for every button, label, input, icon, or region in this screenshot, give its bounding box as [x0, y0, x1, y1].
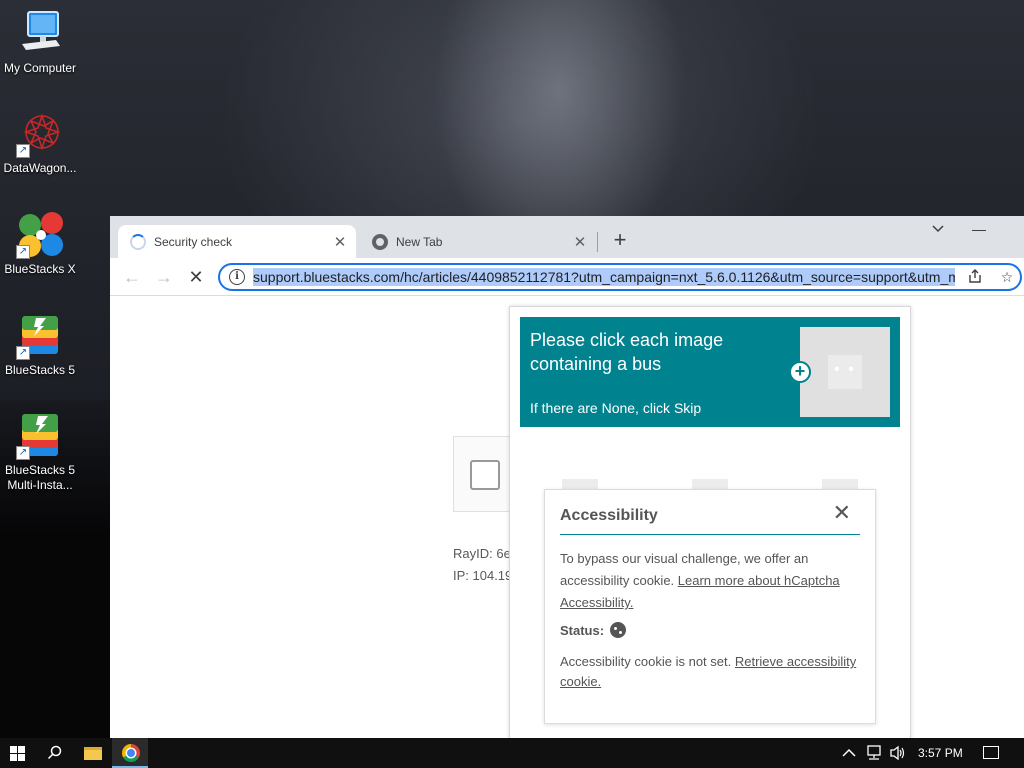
start-button[interactable]: [0, 738, 36, 768]
notification-icon[interactable]: [983, 746, 999, 759]
close-icon[interactable]: ✕: [328, 233, 352, 251]
bluestacks-x-icon: ↗: [16, 211, 64, 259]
desktop-icon-bluestacks-x[interactable]: ↗ BlueStacks X: [0, 211, 80, 277]
desktop-icon-label: DataWagon...: [3, 161, 77, 175]
bluestacks-5-icon: ↗: [16, 312, 64, 360]
page-content: RayID: 6e IP: 104.19 Please click each i…: [110, 297, 1024, 738]
close-icon[interactable]: ✕: [568, 233, 592, 251]
desktop-icon-my-computer[interactable]: My Computer: [0, 10, 80, 76]
file-explorer-button[interactable]: [74, 738, 110, 768]
tab-title: Security check: [154, 234, 233, 249]
loading-spinner-icon: [130, 233, 146, 250]
back-arrow-icon[interactable]: ←: [120, 265, 144, 289]
challenge-subtext: If there are None, click Skip: [530, 400, 702, 416]
close-icon[interactable]: ✕: [833, 500, 851, 526]
forward-arrow-icon[interactable]: →: [152, 265, 176, 289]
taskbar: 3:57 PM: [0, 738, 1024, 768]
address-bar[interactable]: i support.bluestacks.com/hc/articles/440…: [218, 263, 1022, 291]
tab-separator: [597, 232, 598, 252]
status-label: Status:: [560, 622, 605, 638]
bluestacks-multi-instance-icon: ↗: [16, 412, 64, 460]
windows-logo-icon: [10, 746, 26, 762]
shortcut-arrow-icon: ↗: [16, 144, 30, 158]
chevron-up-icon[interactable]: [842, 738, 856, 768]
tab-search-chevron-down-icon[interactable]: [926, 222, 950, 242]
cookie-icon: [610, 622, 627, 638]
example-image[interactable]: • •: [800, 327, 890, 417]
volume-icon[interactable]: [889, 738, 907, 768]
accessibility-popup: Accessibility ✕ To bypass our visual cha…: [544, 489, 876, 724]
clock[interactable]: 3:57 PM: [918, 738, 963, 768]
cookie-status-message: Accessibility cookie is not set. Retriev…: [560, 652, 860, 692]
folder-icon: [84, 747, 102, 760]
desktop-icon-bluestacks-5[interactable]: ↗ BlueStacks 5: [0, 312, 80, 378]
chrome-icon: [122, 744, 140, 762]
expand-plus-icon[interactable]: +: [789, 361, 811, 383]
tab-security-check[interactable]: Security check ✕: [118, 225, 356, 258]
new-tab-button[interactable]: +: [608, 228, 632, 252]
chrome-taskbar-button[interactable]: [112, 738, 148, 768]
tab-title: New Tab: [396, 234, 443, 249]
tab-strip: Security check ✕ New Tab ✕ +: [110, 216, 1024, 258]
human-verification-checkbox[interactable]: [470, 460, 500, 490]
accessibility-description: To bypass our visual challenge, we offer…: [560, 548, 860, 614]
minimize-button[interactable]: [972, 230, 986, 231]
desktop-icon-label: BlueStacks 5 Multi-Insta...: [4, 463, 76, 492]
accessibility-title: Accessibility: [560, 507, 860, 535]
tab-new-tab[interactable]: New Tab ✕: [360, 225, 596, 258]
desktop-icon-bluestacks-multi-instance[interactable]: ↗ BlueStacks 5 Multi-Insta...: [0, 412, 80, 493]
chrome-icon: [372, 233, 388, 250]
desktop-icon-label: My Computer: [3, 61, 77, 75]
search-icon[interactable]: [37, 738, 73, 768]
challenge-header: Please click each image containing a bus…: [520, 317, 900, 427]
network-icon[interactable]: [865, 738, 883, 768]
desktop-icon-label: BlueStacks X: [4, 262, 76, 276]
loading-dots-icon: • •: [828, 355, 862, 389]
desktop-icon-datawagon[interactable]: ↗ DataWagon...: [0, 110, 80, 176]
browser-window: Security check ✕ New Tab ✕ + ← → ✕ i sup…: [110, 216, 1024, 738]
verification-widget: [453, 436, 513, 512]
challenge-prompt: Please click each image containing a bus: [530, 330, 724, 374]
shortcut-arrow-icon: ↗: [16, 446, 30, 460]
stop-loading-icon[interactable]: ✕: [184, 265, 208, 289]
shortcut-arrow-icon: ↗: [16, 346, 30, 360]
browser-toolbar: ← → ✕ i support.bluestacks.com/hc/articl…: [110, 258, 1024, 296]
bookmark-star-icon[interactable]: ☆: [995, 269, 1019, 286]
ray-id-text: RayID: 6e: [453, 546, 511, 561]
ip-text: IP: 104.19: [453, 568, 513, 583]
computer-icon: [16, 10, 64, 58]
shortcut-arrow-icon: ↗: [16, 245, 30, 259]
url-text[interactable]: support.bluestacks.com/hc/articles/44098…: [253, 268, 955, 286]
desktop-icon-label: BlueStacks 5: [4, 363, 76, 377]
share-icon[interactable]: [963, 268, 987, 287]
not-set-text: Accessibility cookie is not set.: [560, 654, 732, 669]
accessibility-status: Status:: [560, 622, 860, 638]
site-info-icon[interactable]: i: [229, 269, 245, 285]
datawagon-app-icon: ↗: [16, 110, 64, 158]
